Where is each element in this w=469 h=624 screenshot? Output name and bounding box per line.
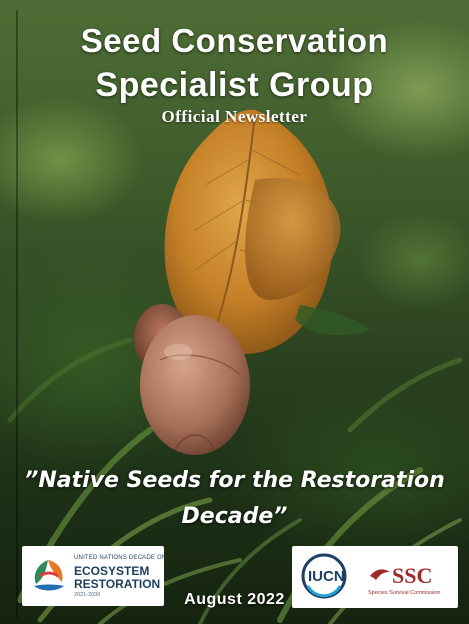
newsletter-subtitle: Official Newsletter: [161, 107, 308, 126]
decade-restoration: RESTORATION: [74, 577, 161, 591]
iucn-label: IUCN: [308, 568, 345, 585]
newsletter-title-line1: Seed Conservation: [80, 22, 389, 59]
ssc-bird-icon: [370, 569, 390, 580]
newsletter-title-line2: Specialist Group: [95, 66, 374, 104]
newsletter-cover: Seed Conservation Specialist Group Offic…: [0, 0, 469, 624]
tagline-line1: ”Native Seeds for the Restoration: [24, 468, 445, 493]
decade-ecosystem: ECOSYSTEM: [74, 564, 150, 578]
decade-caption: UNITED NATIONS DECADE ON: [74, 555, 167, 561]
ssc-label: SSC: [392, 563, 433, 588]
issue-date: August 2022: [184, 591, 285, 608]
tagline-line2: Decade”: [181, 504, 288, 529]
